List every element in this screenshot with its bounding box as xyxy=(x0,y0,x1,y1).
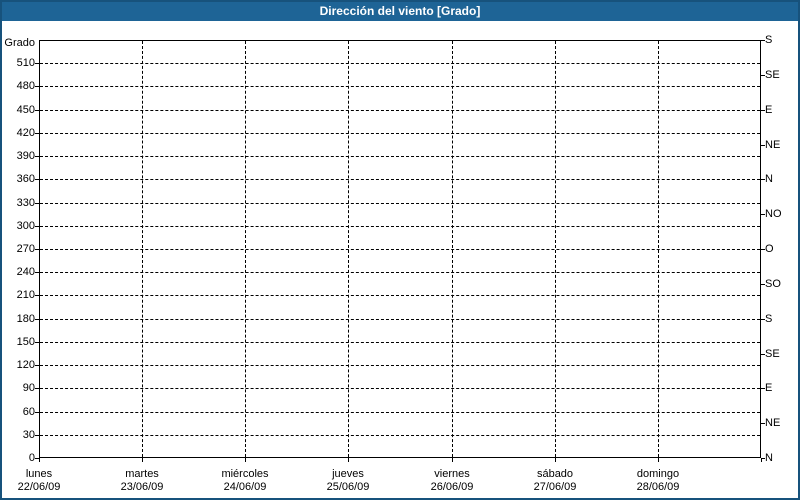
y-axis-tick xyxy=(35,63,39,65)
horizontal-gridline xyxy=(40,249,760,250)
y-axis-tick xyxy=(35,179,39,181)
y-axis-tick-label: 300 xyxy=(16,220,35,232)
y-axis-tick xyxy=(35,86,39,88)
horizontal-gridline xyxy=(40,341,760,343)
y-axis-tick xyxy=(35,202,39,204)
horizontal-gridline xyxy=(40,388,760,390)
x-axis-day-label: domingo xyxy=(636,468,680,480)
chart-title-bar: Dirección del viento [Grado] xyxy=(2,2,798,21)
y-axis-tick-label: 270 xyxy=(16,243,35,255)
x-axis-tick xyxy=(657,458,659,462)
x-axis-date-label: 27/06/09 xyxy=(533,481,577,493)
compass-tick-label: NE xyxy=(765,417,781,429)
x-axis-tick xyxy=(142,458,144,462)
y-axis-tick-label: 120 xyxy=(16,359,35,371)
horizontal-gridline xyxy=(40,318,760,320)
compass-tick-label: O xyxy=(765,243,774,255)
y-axis-tick-label: 60 xyxy=(22,406,35,418)
x-axis-day-label: lunes xyxy=(25,468,53,480)
x-axis-date-label: 25/06/09 xyxy=(326,481,370,493)
y-axis-tick-label: 480 xyxy=(16,80,35,92)
x-axis-date-label: 24/06/09 xyxy=(223,481,267,493)
x-axis-tick xyxy=(761,458,762,462)
y-axis-tick xyxy=(35,341,39,343)
horizontal-gridline xyxy=(40,86,760,88)
compass-tick-label: E xyxy=(765,382,773,394)
y-axis-tick xyxy=(35,272,39,274)
y-axis-tick-label: 390 xyxy=(16,150,35,162)
compass-tick-label: N xyxy=(765,173,773,185)
vertical-gridline xyxy=(348,41,350,457)
compass-tick-label: SE xyxy=(765,348,780,360)
y-axis-title: Grado xyxy=(4,37,35,49)
y-axis-tick-label: 90 xyxy=(22,382,35,394)
y-axis-tick-label: 420 xyxy=(16,127,35,139)
horizontal-gridline xyxy=(40,109,760,111)
vertical-gridline xyxy=(657,41,659,457)
y-axis-tick-label: 30 xyxy=(22,429,35,441)
y-axis-tick xyxy=(35,365,39,367)
compass-tick-label: E xyxy=(765,104,773,116)
y-axis-tick xyxy=(35,132,39,134)
y-axis-tick xyxy=(35,388,39,390)
y-axis-tick xyxy=(35,225,39,227)
horizontal-gridline xyxy=(40,202,760,204)
y-axis-tick-label: 150 xyxy=(16,336,35,348)
compass-tick-label: N xyxy=(765,452,773,464)
compass-tick-label: NO xyxy=(765,208,782,220)
vertical-gridline xyxy=(142,41,144,457)
y-axis-tick-label: 210 xyxy=(16,289,35,301)
y-axis-tick xyxy=(35,249,39,250)
y-axis-tick-label: 0 xyxy=(28,452,35,464)
x-axis-tick xyxy=(451,458,453,462)
chart-window: Dirección del viento [Grado] Grado 0 30 60… xyxy=(0,0,800,500)
x-axis-day-label: jueves xyxy=(332,468,364,480)
x-axis-day-label: viernes xyxy=(434,468,470,480)
compass-tick-label: NE xyxy=(765,139,781,151)
y-axis-tick xyxy=(35,411,39,413)
x-axis-day-label: martes xyxy=(125,468,159,480)
x-axis-day-label: miércoles xyxy=(221,468,269,480)
x-axis-date-label: 23/06/09 xyxy=(120,481,164,493)
horizontal-gridline xyxy=(40,365,760,367)
compass-tick-label: S xyxy=(765,34,773,46)
x-axis-tick xyxy=(348,458,350,462)
y-axis-tick-label: 180 xyxy=(16,313,35,325)
y-axis-tick-label: 450 xyxy=(16,104,35,116)
y-axis-tick-label: 510 xyxy=(16,57,35,69)
compass-tick-label: S xyxy=(765,313,773,325)
x-axis-tick xyxy=(245,458,247,462)
horizontal-gridline xyxy=(40,434,760,436)
horizontal-gridline xyxy=(40,225,760,227)
y-axis-tick xyxy=(35,434,39,436)
x-axis-tick xyxy=(554,458,556,462)
x-axis-day-label: sábado xyxy=(536,468,574,480)
chart-title: Dirección del viento [Grado] xyxy=(319,4,481,18)
y-axis-tick-label: 240 xyxy=(16,266,35,278)
y-axis-tick xyxy=(35,156,39,158)
y-axis-tick xyxy=(35,295,39,297)
x-axis-date-label: 22/06/09 xyxy=(17,481,61,493)
compass-tick-label: SO xyxy=(765,278,781,290)
x-axis-date-label: 28/06/09 xyxy=(636,481,680,493)
y-axis-tick-label: 330 xyxy=(16,197,35,209)
horizontal-gridline xyxy=(40,132,760,134)
y-axis-tick xyxy=(35,109,39,111)
y-axis-tick xyxy=(35,318,39,320)
horizontal-gridline xyxy=(40,272,760,274)
vertical-gridline xyxy=(554,41,556,457)
horizontal-gridline xyxy=(40,156,760,158)
vertical-gridline xyxy=(245,41,247,457)
compass-tick-label: SE xyxy=(765,69,780,81)
horizontal-gridline xyxy=(40,411,760,413)
horizontal-gridline xyxy=(40,179,760,181)
y-axis-tick-label: 360 xyxy=(16,173,35,185)
x-axis-date-label: 26/06/09 xyxy=(430,481,474,493)
vertical-gridline xyxy=(451,41,453,457)
horizontal-gridline xyxy=(40,295,760,297)
x-axis-tick xyxy=(39,458,40,462)
horizontal-gridline xyxy=(40,63,760,65)
